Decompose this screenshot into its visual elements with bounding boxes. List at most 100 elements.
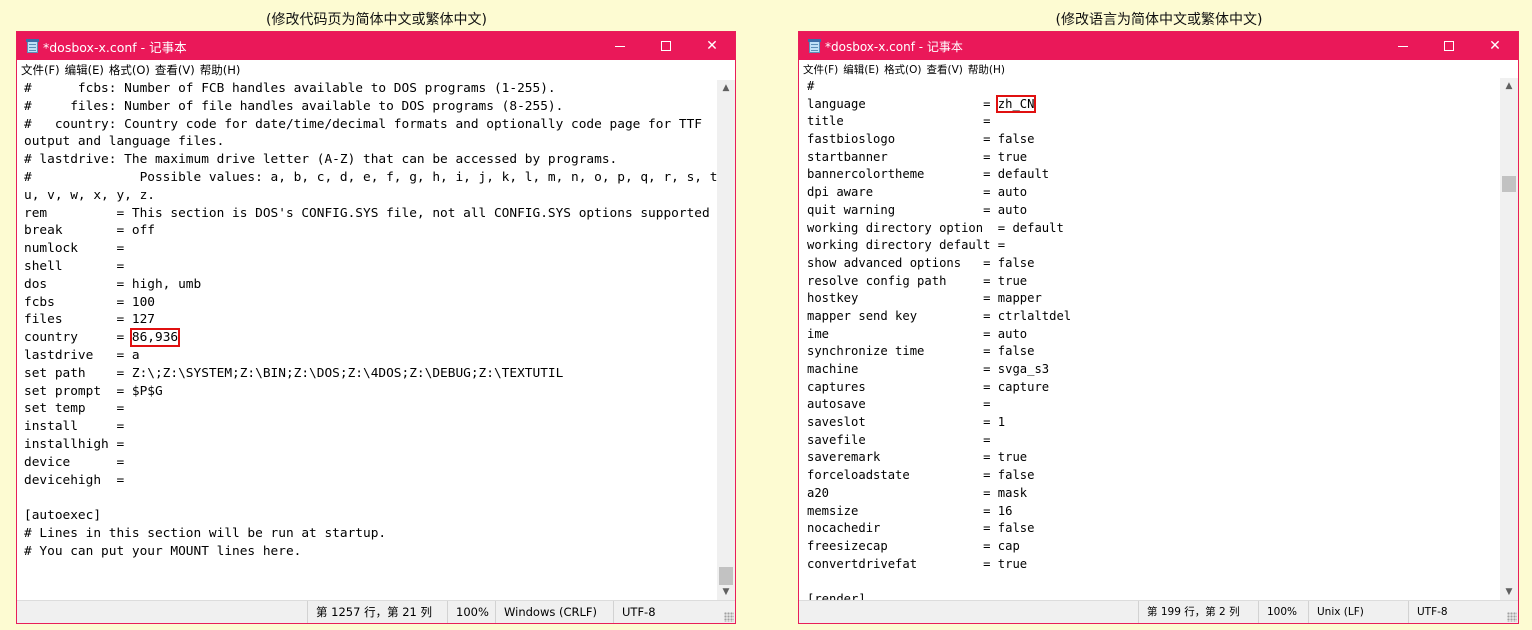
status-bar: 第 1257 行，第 21 列 100% Windows (CRLF) UTF-… [17,600,735,623]
text-line: # [807,79,815,93]
vertical-scrollbar[interactable]: ▲ ▼ [1500,78,1518,600]
menu-bar: 文件(F) 编辑(E) 格式(O) 查看(V) 帮助(H) [17,60,735,80]
text-line: output and language files. [24,134,225,150]
maximize-icon [1444,41,1454,51]
highlighted-value: zh_CN [995,94,1037,113]
title-bar[interactable]: *dosbox-x.conf - 记事本 ✕ [799,32,1518,60]
status-encoding: UTF-8 [613,601,713,623]
chevron-down-icon[interactable]: ▼ [1500,584,1518,600]
minimize-icon [615,45,625,47]
right-caption: (修改语言为简体中文或繁体中文) [1055,12,1263,28]
setting-key: country = [24,330,132,346]
text-line: show advanced options = false [807,255,1035,270]
text-line: nocachedir = false [807,521,1035,536]
text-line: rem = This section is DOS's CONFIG.SYS f… [24,205,710,221]
scrollbar-thumb[interactable] [1502,176,1516,192]
chevron-up-icon[interactable]: ▲ [717,80,735,96]
menu-help[interactable]: 帮助(H) [968,62,1005,77]
text-line: freesizecap = cap [807,538,1020,553]
chevron-down-icon[interactable]: ▼ [717,584,735,600]
left-notepad-window: *dosbox-x.conf - 记事本 ✕ 文件(F) 编辑(E) 格式(O)… [16,31,736,624]
text-line: dpi aware = auto [807,185,1028,200]
text-line: dos = high, umb [24,276,202,292]
text-line: # Possible values: a, b, c, d, e, f, g, … [24,169,717,185]
setting-key: language = [807,96,998,111]
text-editor[interactable]: # language = zh_CN title = fastbioslogo = f… [799,78,1500,600]
text-line: installhigh = [24,436,125,452]
status-position: 第 199 行，第 2 列 [1138,601,1258,623]
text-line: machine = svga_s3 [807,362,1050,376]
minimize-button[interactable] [597,32,643,60]
menu-view[interactable]: 查看(V) [927,62,963,77]
close-button[interactable]: ✕ [1472,32,1518,60]
maximize-button[interactable] [643,32,689,60]
status-bar: 第 199 行，第 2 列 100% Unix (LF) UTF-8 [799,600,1518,623]
highlighted-line: language = zh_CN [807,94,1500,114]
resize-grip-icon[interactable] [724,612,734,622]
text-line: install = [24,419,125,435]
right-notepad-window: *dosbox-x.conf - 记事本 ✕ 文件(F) 编辑(E) 格式(O)… [798,31,1519,624]
text-line: fastbioslogo = false [807,132,1035,147]
vertical-scrollbar[interactable]: ▲ ▼ [717,80,735,600]
text-line: files = 127 [24,312,155,328]
window-title: *dosbox-x.conf - 记事本 [825,39,963,54]
menu-bar: 文件(F) 编辑(E) 格式(O) 查看(V) 帮助(H) [799,60,1518,78]
text-line: lastdrive = a [24,347,140,363]
maximize-icon [661,41,671,51]
text-line: numlock = [24,241,125,257]
menu-file[interactable]: 文件(F) [21,62,60,78]
text-line: synchronize time = false [807,344,1035,359]
text-line: resolve config path = true [807,273,1028,288]
text-editor[interactable]: # fcbs: Number of FCB handles available … [17,80,717,600]
menu-edit[interactable]: 编辑(E) [65,62,104,78]
menu-format[interactable]: 格式(O) [109,62,150,78]
text-line: title = [807,114,991,129]
text-line: # files: Number of file handles availabl… [24,98,564,114]
menu-help[interactable]: 帮助(H) [200,62,241,78]
text-line: a20 = mask [807,485,1028,500]
menu-view[interactable]: 查看(V) [155,62,195,78]
maximize-button[interactable] [1426,32,1472,60]
text-line: captures = capture [807,379,1050,394]
status-encoding: UTF-8 [1408,601,1508,623]
status-position: 第 1257 行，第 21 列 [307,601,447,623]
close-icon: ✕ [706,38,718,54]
notepad-icon [807,39,821,53]
highlighted-value: 86,936 [129,328,181,348]
text-line: mapper send key = ctrlaltdel [807,308,1072,323]
text-line: u, v, w, x, y, z. [24,187,155,203]
close-button[interactable]: ✕ [689,32,735,60]
text-line: autosave = [807,397,991,412]
text-line: fcbs = 100 [24,294,155,310]
text-line: saveslot = 1 [807,415,1006,430]
text-line: savefile = [807,432,991,447]
text-line: forceloadstate = false [807,468,1035,483]
text-line: convertdrivefat = true [807,556,1028,571]
text-line: # Lines in this section will be run at s… [24,525,387,541]
text-line: memsize = 16 [807,503,1013,518]
status-zoom: 100% [1258,601,1308,623]
text-line: working directory default = [807,238,1006,253]
menu-edit[interactable]: 编辑(E) [843,62,879,77]
status-zoom: 100% [447,601,495,623]
text-line: [autoexec] [24,508,102,524]
text-line: hostkey = mapper [807,291,1042,306]
text-line: working directory option = default [807,220,1064,235]
chevron-up-icon[interactable]: ▲ [1500,78,1518,94]
minimize-button[interactable] [1380,32,1426,60]
text-line: startbanner = true [807,149,1028,164]
scrollbar-thumb[interactable] [719,567,733,585]
text-line: # You can put your MOUNT lines here. [24,543,302,559]
text-line: set path = Z:\;Z:\SYSTEM;Z:\BIN;Z:\DOS;Z… [24,365,564,381]
left-caption: (修改代码页为简体中文或繁体中文) [266,12,487,28]
text-line: device = [24,454,125,470]
title-bar[interactable]: *dosbox-x.conf - 记事本 ✕ [17,32,735,60]
text-line: ime = auto [807,326,1028,341]
menu-format[interactable]: 格式(O) [884,62,921,77]
text-line: # country: Country code for date/time/de… [24,116,702,132]
minimize-icon [1398,45,1408,47]
menu-file[interactable]: 文件(F) [803,62,838,77]
text-line: break = off [24,223,155,239]
resize-grip-icon[interactable] [1507,612,1517,622]
text-line: shell = [24,258,125,274]
